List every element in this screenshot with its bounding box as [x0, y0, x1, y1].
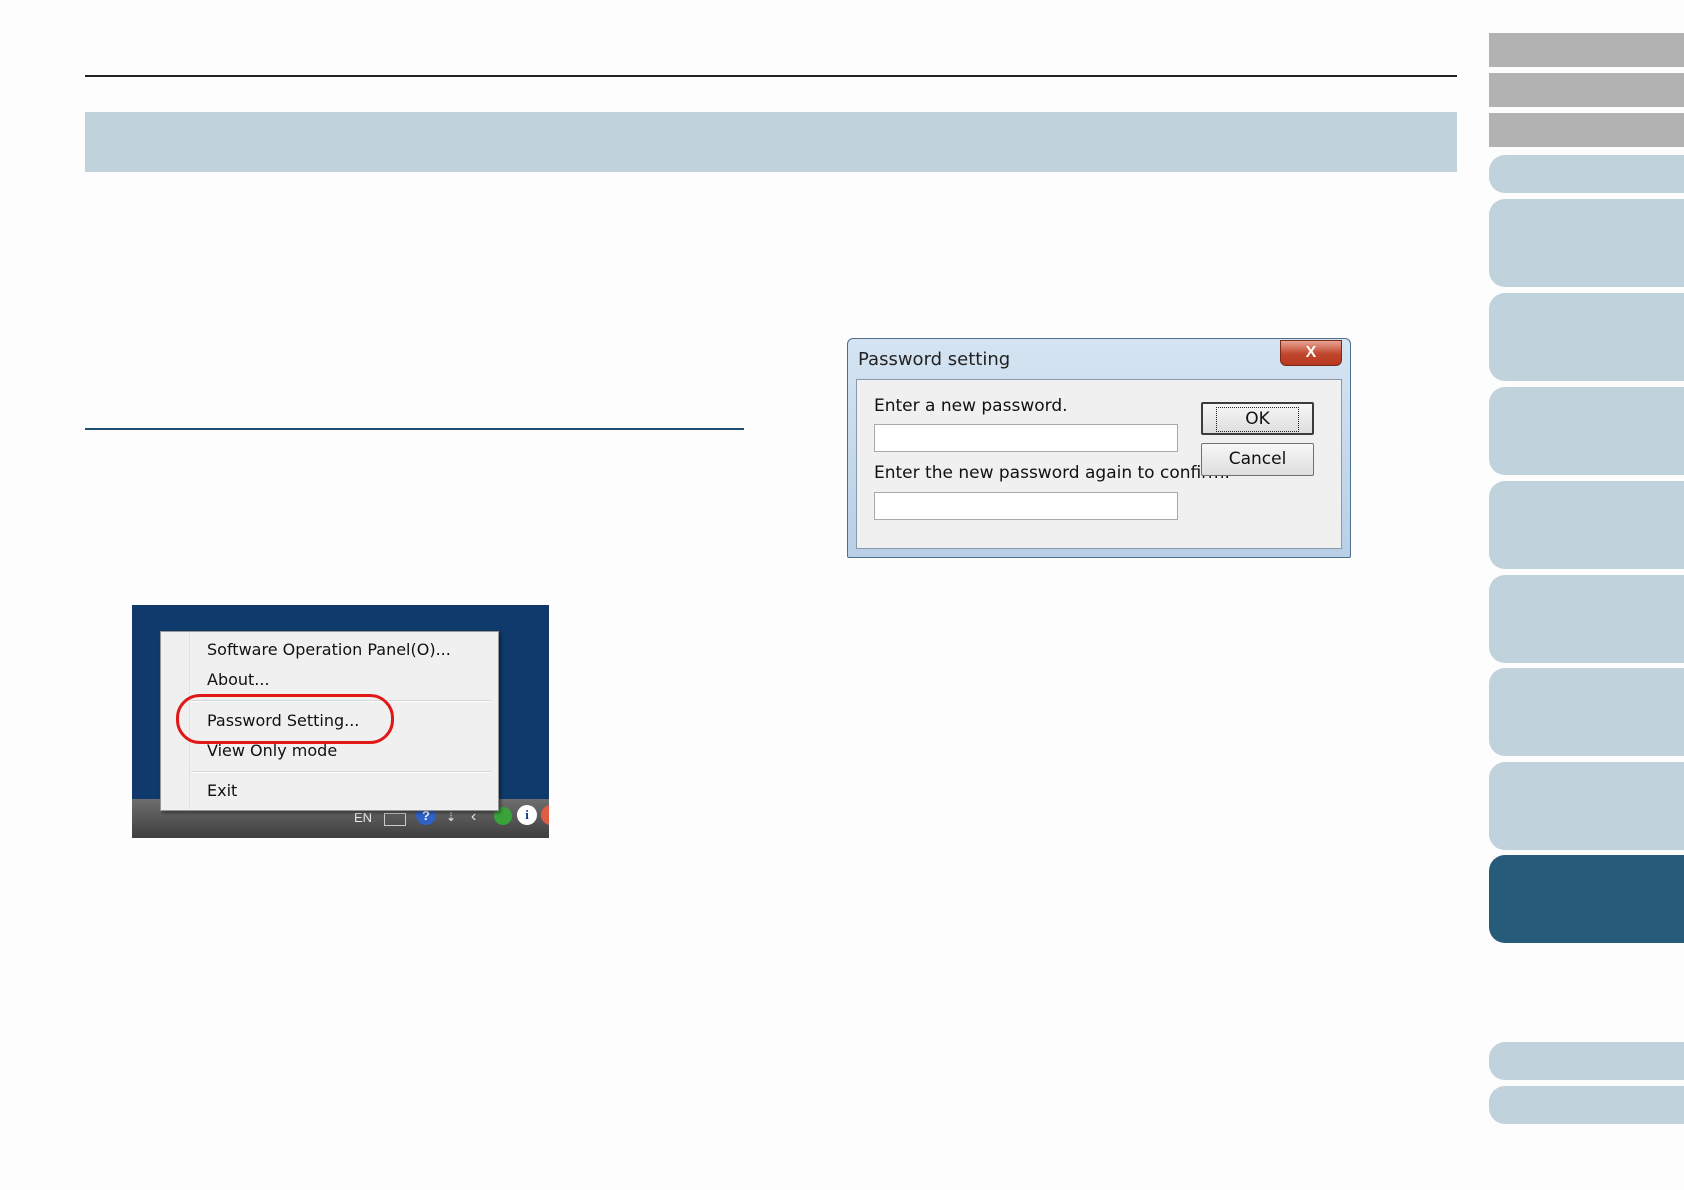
nav-tab-6[interactable]: [1489, 293, 1684, 381]
cancel-button[interactable]: Cancel: [1201, 443, 1314, 476]
nav-tab-5[interactable]: [1489, 199, 1684, 287]
nav-tab-10[interactable]: [1489, 668, 1684, 756]
menu-separator: [191, 771, 491, 773]
nav-tab-4[interactable]: [1489, 155, 1684, 193]
nav-tab-3[interactable]: [1489, 113, 1684, 147]
confirm-password-field[interactable]: [874, 492, 1178, 520]
page-title-band: [85, 112, 1457, 172]
info-icon[interactable]: i: [517, 805, 537, 825]
new-password-field[interactable]: [874, 424, 1178, 452]
nav-tab-8[interactable]: [1489, 481, 1684, 569]
close-icon[interactable]: X: [1280, 340, 1342, 366]
new-password-label: Enter a new password.: [874, 396, 1068, 416]
confirm-password-label: Enter the new password again to confirm.: [874, 463, 1230, 483]
nav-tab-9[interactable]: [1489, 575, 1684, 663]
nav-tab-11[interactable]: [1489, 762, 1684, 850]
ok-button-label: OK: [1216, 407, 1299, 432]
ok-button[interactable]: OK: [1201, 402, 1314, 435]
nav-tab-2[interactable]: [1489, 73, 1684, 107]
nav-tab-1[interactable]: [1489, 33, 1684, 67]
nav-tab-bottom-2[interactable]: [1489, 1086, 1684, 1124]
nav-tab-7[interactable]: [1489, 387, 1684, 475]
dialog-title: Password setting: [858, 349, 1011, 370]
highlight-ring: [176, 694, 394, 744]
section-rule: [85, 428, 744, 430]
menu-item-about[interactable]: About...: [207, 670, 270, 689]
password-dialog: Password setting X Enter a new password.…: [847, 338, 1351, 558]
top-rule: [85, 75, 1457, 77]
dialog-body: Enter a new password. Enter the new pass…: [856, 379, 1342, 549]
keyboard-icon[interactable]: [384, 813, 406, 826]
nav-tab-active[interactable]: [1489, 855, 1684, 943]
menu-item-software-operation-panel[interactable]: Software Operation Panel(O)...: [207, 640, 451, 659]
nav-tab-bottom-1[interactable]: [1489, 1042, 1684, 1080]
tray-menu-screenshot: EN ? ⇣ ‹ i Software Operation Panel(O)..…: [132, 605, 549, 838]
menu-item-exit[interactable]: Exit: [207, 781, 237, 800]
